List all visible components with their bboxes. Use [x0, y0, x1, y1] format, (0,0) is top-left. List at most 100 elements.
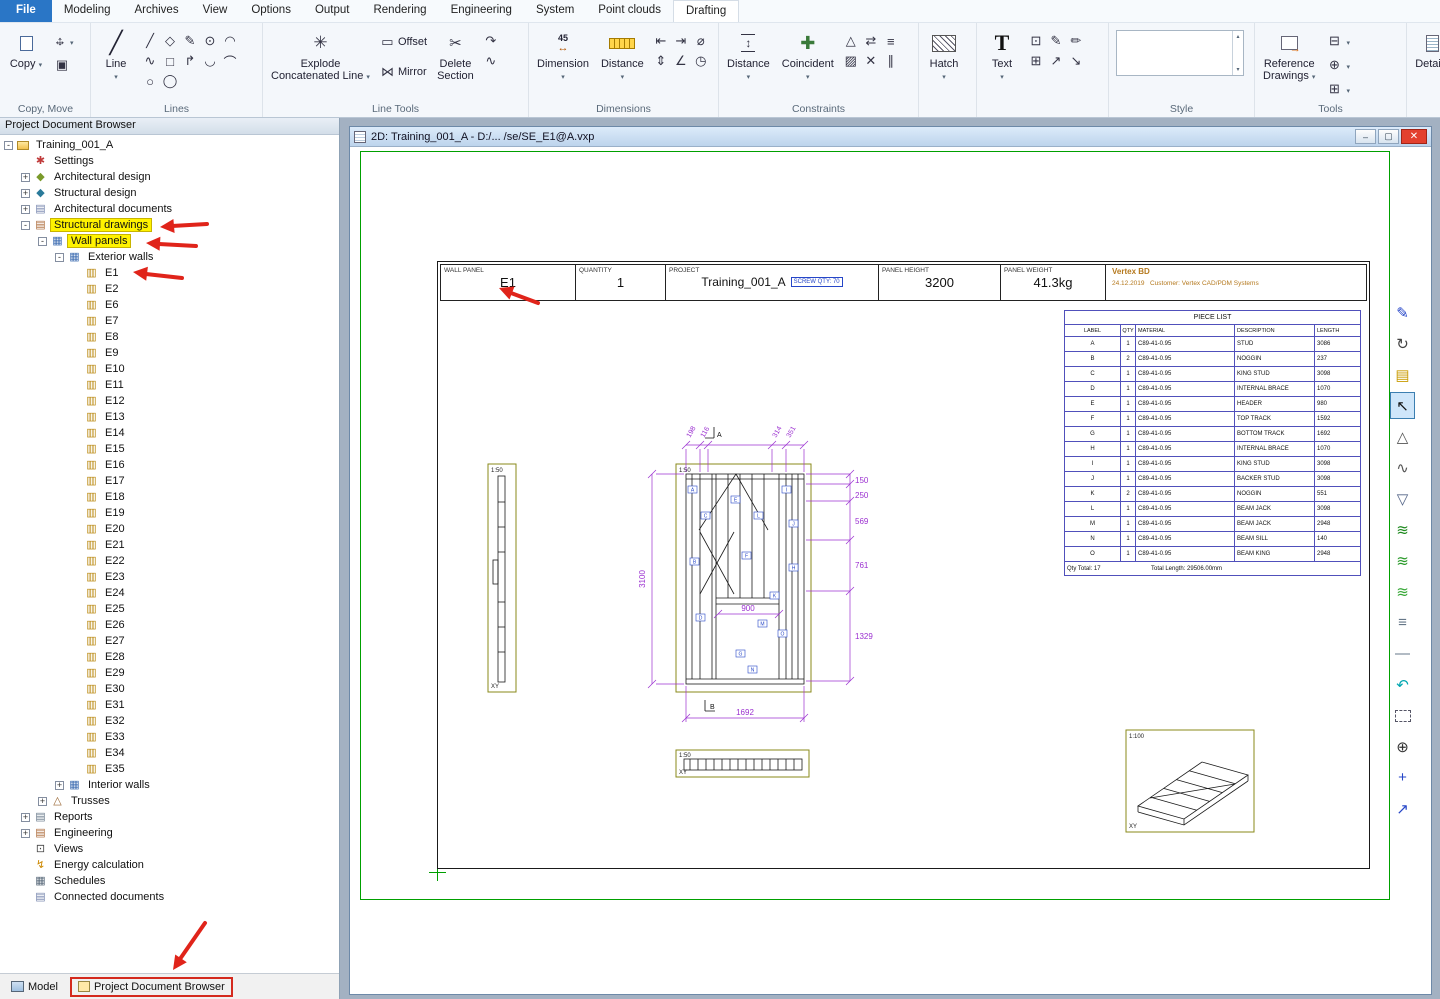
tree-item-e31[interactable]: E31: [0, 697, 339, 713]
select-arrow-icon[interactable]: ↖: [1390, 392, 1415, 419]
tree-item-reports[interactable]: +Reports: [0, 809, 339, 825]
style-gallery[interactable]: ▴▾: [1116, 30, 1244, 76]
tool-icon[interactable]: ╱: [140, 31, 160, 51]
tool-icon[interactable]: ↱: [180, 51, 200, 71]
tab-modeling[interactable]: Modeling: [52, 0, 123, 22]
hatch-button[interactable]: Hatch: [922, 25, 966, 84]
tree-item-e22[interactable]: E22: [0, 553, 339, 569]
tree-item-e10[interactable]: E10: [0, 361, 339, 377]
zoom-icon[interactable]: ⊕: [1390, 733, 1415, 760]
tree-item-e9[interactable]: E9: [0, 345, 339, 361]
tree-item-e35[interactable]: E35: [0, 761, 339, 777]
tree-item-e17[interactable]: E17: [0, 473, 339, 489]
drawing-canvas[interactable]: WALL PANEL E1 QUANTITY 1 PROJECT Trainin…: [350, 147, 1431, 994]
layers-icon-1[interactable]: ≋: [1390, 516, 1415, 543]
tool-icon[interactable]: ✎: [1046, 31, 1066, 51]
tool-icon[interactable]: ✎: [180, 31, 200, 51]
tool-icon[interactable]: ○: [140, 71, 160, 91]
tree-item-schedules[interactable]: Schedules: [0, 873, 339, 889]
tree-item-e14[interactable]: E14: [0, 425, 339, 441]
expand-icon[interactable]: +: [38, 797, 47, 806]
tree-item-e32[interactable]: E32: [0, 713, 339, 729]
tool-icon[interactable]: ✏: [1066, 31, 1086, 51]
tool-icon[interactable]: □: [160, 51, 180, 71]
style-gallery-spinner[interactable]: ▴▾: [1232, 31, 1243, 75]
axes-icon[interactable]: +: [1390, 764, 1415, 791]
tree-item-e19[interactable]: E19: [0, 505, 339, 521]
close-button[interactable]: ✕: [1401, 129, 1427, 144]
tree-item-e29[interactable]: E29: [0, 665, 339, 681]
tool-icon[interactable]: ⇄: [861, 31, 881, 51]
tree-item-e25[interactable]: E25: [0, 601, 339, 617]
dimension-button[interactable]: 45↔ Dimension: [532, 25, 594, 84]
explode-concatenated-line-button[interactable]: ✳ ExplodeConcatenated Line: [266, 25, 375, 84]
tool-icon[interactable]: ◇: [160, 31, 180, 51]
tool-icon[interactable]: ⌒: [220, 51, 240, 71]
tree-item-architectural-documents[interactable]: +Architectural documents: [0, 201, 339, 217]
tree-item-e30[interactable]: E30: [0, 681, 339, 697]
tab-output[interactable]: Output: [303, 0, 362, 22]
tab-engineering[interactable]: Engineering: [439, 0, 524, 22]
tab-archives[interactable]: Archives: [122, 0, 190, 22]
tree-item-exterior-walls[interactable]: -Exterior walls: [0, 249, 339, 265]
expand-icon[interactable]: +: [21, 829, 30, 838]
tree-item-structural-drawings[interactable]: -Structural drawings: [0, 217, 339, 233]
tree-item-training-001-a[interactable]: -Training_001_A: [0, 137, 339, 153]
tab-rendering[interactable]: Rendering: [361, 0, 438, 22]
tree-item-trusses[interactable]: +Trusses: [0, 793, 339, 809]
coincident-button[interactable]: ✚ Coincident: [777, 25, 839, 84]
restore-button[interactable]: ▢: [1378, 129, 1399, 144]
tool-icon[interactable]: ∿: [140, 51, 160, 71]
text-button[interactable]: T Text: [980, 25, 1024, 84]
spline-icon[interactable]: ∿: [1390, 454, 1415, 481]
clipboard-button[interactable]: ▣: [50, 55, 76, 75]
layers-icon-4[interactable]: ≡: [1390, 609, 1415, 636]
export-icon[interactable]: ↗: [1390, 795, 1415, 822]
tree-item-architectural-design[interactable]: +Architectural design: [0, 169, 339, 185]
tab-point-clouds[interactable]: Point clouds: [586, 0, 673, 22]
tool-icon[interactable]: ↗: [1046, 51, 1066, 71]
distance-button[interactable]: Distance: [596, 25, 649, 84]
tree-item-connected-documents[interactable]: Connected documents: [0, 889, 339, 905]
reference-drawings-button[interactable]: ReferenceDrawings: [1258, 25, 1320, 84]
grid-button[interactable]: ⊞: [1322, 79, 1352, 99]
tab-view[interactable]: View: [191, 0, 240, 22]
tool-icon[interactable]: ∠: [671, 51, 691, 71]
tree-item-e13[interactable]: E13: [0, 409, 339, 425]
tool-icon[interactable]: ⊙: [200, 31, 220, 51]
move-button[interactable]: [50, 31, 76, 51]
copy-button[interactable]: Copy: [4, 25, 48, 72]
tree-item-e27[interactable]: E27: [0, 633, 339, 649]
collapse-icon[interactable]: -: [38, 237, 47, 246]
tool-icon[interactable]: ⇥: [671, 31, 691, 51]
tool-icon[interactable]: ↘: [1066, 51, 1086, 71]
tool-icon[interactable]: ◡: [200, 51, 220, 71]
pin-icon[interactable]: ✎: [1390, 299, 1415, 326]
tree-item-e11[interactable]: E11: [0, 377, 339, 393]
tool-icon[interactable]: ⊞: [1026, 51, 1046, 71]
expand-icon[interactable]: +: [55, 781, 64, 790]
tool-icon[interactable]: ◷: [691, 51, 711, 71]
tool-icon[interactable]: ∿: [481, 51, 501, 71]
tab-drafting[interactable]: Drafting: [673, 0, 739, 22]
marquee-icon[interactable]: [1390, 702, 1415, 729]
line-width-icon[interactable]: —: [1390, 640, 1415, 667]
tree-item-structural-design[interactable]: +Structural design: [0, 185, 339, 201]
tool-icon[interactable]: ▨: [841, 51, 861, 71]
tab-file[interactable]: File: [0, 0, 52, 22]
tool-icon[interactable]: ⊡: [1026, 31, 1046, 51]
tree-item-e2[interactable]: E2: [0, 281, 339, 297]
expand-icon[interactable]: +: [21, 189, 30, 198]
tree-item-e24[interactable]: E24: [0, 585, 339, 601]
tree-item-views[interactable]: Views: [0, 841, 339, 857]
delete-section-button[interactable]: ✂ DeleteSection: [432, 25, 479, 82]
document-window-titlebar[interactable]: 2D: Training_001_A - D:/... /se/SE_E1@A.…: [350, 127, 1431, 147]
distance-constraint-button[interactable]: ↕ Distance: [722, 25, 775, 84]
tool-icon[interactable]: ≡: [881, 31, 901, 51]
tool-icon[interactable]: ∥: [881, 51, 901, 71]
browse-button[interactable]: ⊟: [1322, 31, 1352, 51]
tree-item-e8[interactable]: E8: [0, 329, 339, 345]
tree-item-e34[interactable]: E34: [0, 745, 339, 761]
mirror-button[interactable]: ⋈Mirror: [377, 61, 430, 83]
orbit-icon[interactable]: ↻: [1390, 330, 1415, 357]
